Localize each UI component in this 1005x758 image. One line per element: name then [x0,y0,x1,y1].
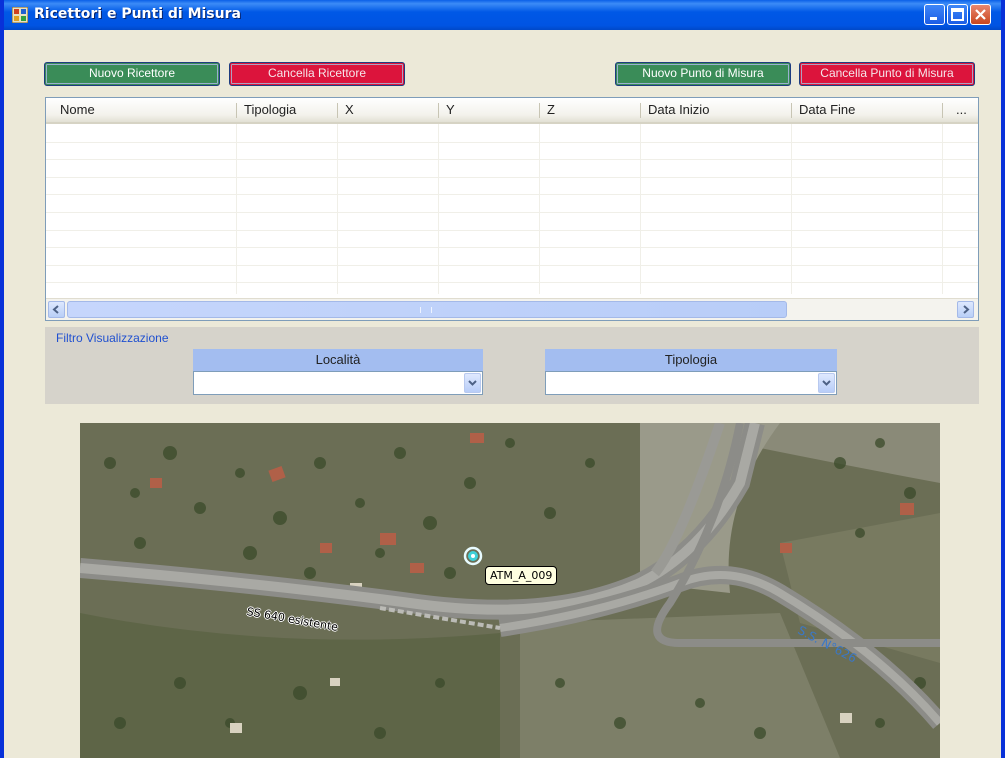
delete-measure-point-button[interactable]: Cancella Punto di Misura [799,62,975,86]
grid-column-line [236,124,237,294]
scroll-thumb[interactable] [67,301,787,318]
grid-row-line [46,159,978,160]
grid-row-line [46,247,978,248]
column-header-data-fine[interactable]: Data Fine [793,98,941,122]
app-icon [12,7,28,23]
column-header-tipologia[interactable]: Tipologia [238,98,336,122]
title-bar[interactable]: Ricettori e Punti di Misura [4,0,1001,30]
grip-icon [420,307,432,313]
grid-row-line [46,230,978,231]
column-header-data-inizio[interactable]: Data Inizio [642,98,790,122]
window-title: Ricettori e Punti di Misura [34,6,241,22]
column-header-x[interactable]: X [339,98,437,122]
main-window: Ricettori e Punti di Misura Nuovo Ricett… [0,0,1005,758]
grid-row-line [46,212,978,213]
scroll-right-button[interactable] [957,301,974,318]
grid-row-line [46,177,978,178]
type-filter-label: Tipologia [545,349,837,371]
scroll-left-button[interactable] [48,301,65,318]
grid-header: Nome Tipologia X Y Z Data Inizio Data Fi… [46,98,978,124]
maximize-icon [951,8,964,21]
close-button[interactable] [970,4,991,25]
grid-row-line [46,282,978,283]
grid-row-line [46,142,978,143]
column-separator [236,103,237,118]
minimize-button[interactable] [924,4,945,25]
delete-receiver-button[interactable]: Cancella Ricettore [229,62,405,86]
column-header-more[interactable]: ... [950,98,978,122]
aerial-map-image [80,423,940,758]
column-header-nome[interactable]: Nome [54,98,234,122]
chevron-down-icon [822,380,831,386]
grid-row-line [46,265,978,266]
grid-column-line [337,124,338,294]
column-separator [337,103,338,118]
chevron-down-icon [468,380,477,386]
close-icon [975,9,986,20]
grid-row-line [46,194,978,195]
map-view[interactable]: ATM_A_009 SS 640 esistente S.S. N°626 [80,423,940,758]
column-header-z[interactable]: Z [541,98,639,122]
grid-column-line [942,124,943,294]
type-select[interactable] [545,371,837,395]
data-grid[interactable]: Nome Tipologia X Y Z Data Inizio Data Fi… [45,97,979,321]
column-separator [942,103,943,118]
locality-select[interactable] [193,371,483,395]
column-separator [438,103,439,118]
column-separator [791,103,792,118]
minimize-icon [930,17,937,20]
locality-filter-label: Località [193,349,483,371]
grid-column-line [791,124,792,294]
grid-column-line [438,124,439,294]
grid-column-line [539,124,540,294]
column-separator [539,103,540,118]
locality-dropdown-button[interactable] [464,373,481,393]
filter-title: Filtro Visualizzazione [56,331,169,345]
column-separator [640,103,641,118]
measure-point-label[interactable]: ATM_A_009 [485,566,558,585]
column-header-y[interactable]: Y [440,98,538,122]
arrow-left-icon [52,305,59,314]
new-receiver-button[interactable]: Nuovo Ricettore [44,62,220,86]
type-dropdown-button[interactable] [818,373,835,393]
new-measure-point-button[interactable]: Nuovo Punto di Misura [615,62,791,86]
horizontal-scrollbar[interactable] [46,298,978,320]
grid-column-line [640,124,641,294]
maximize-button[interactable] [947,4,968,25]
arrow-right-icon [963,305,970,314]
filter-panel: Filtro Visualizzazione Località Tipologi… [45,327,979,404]
